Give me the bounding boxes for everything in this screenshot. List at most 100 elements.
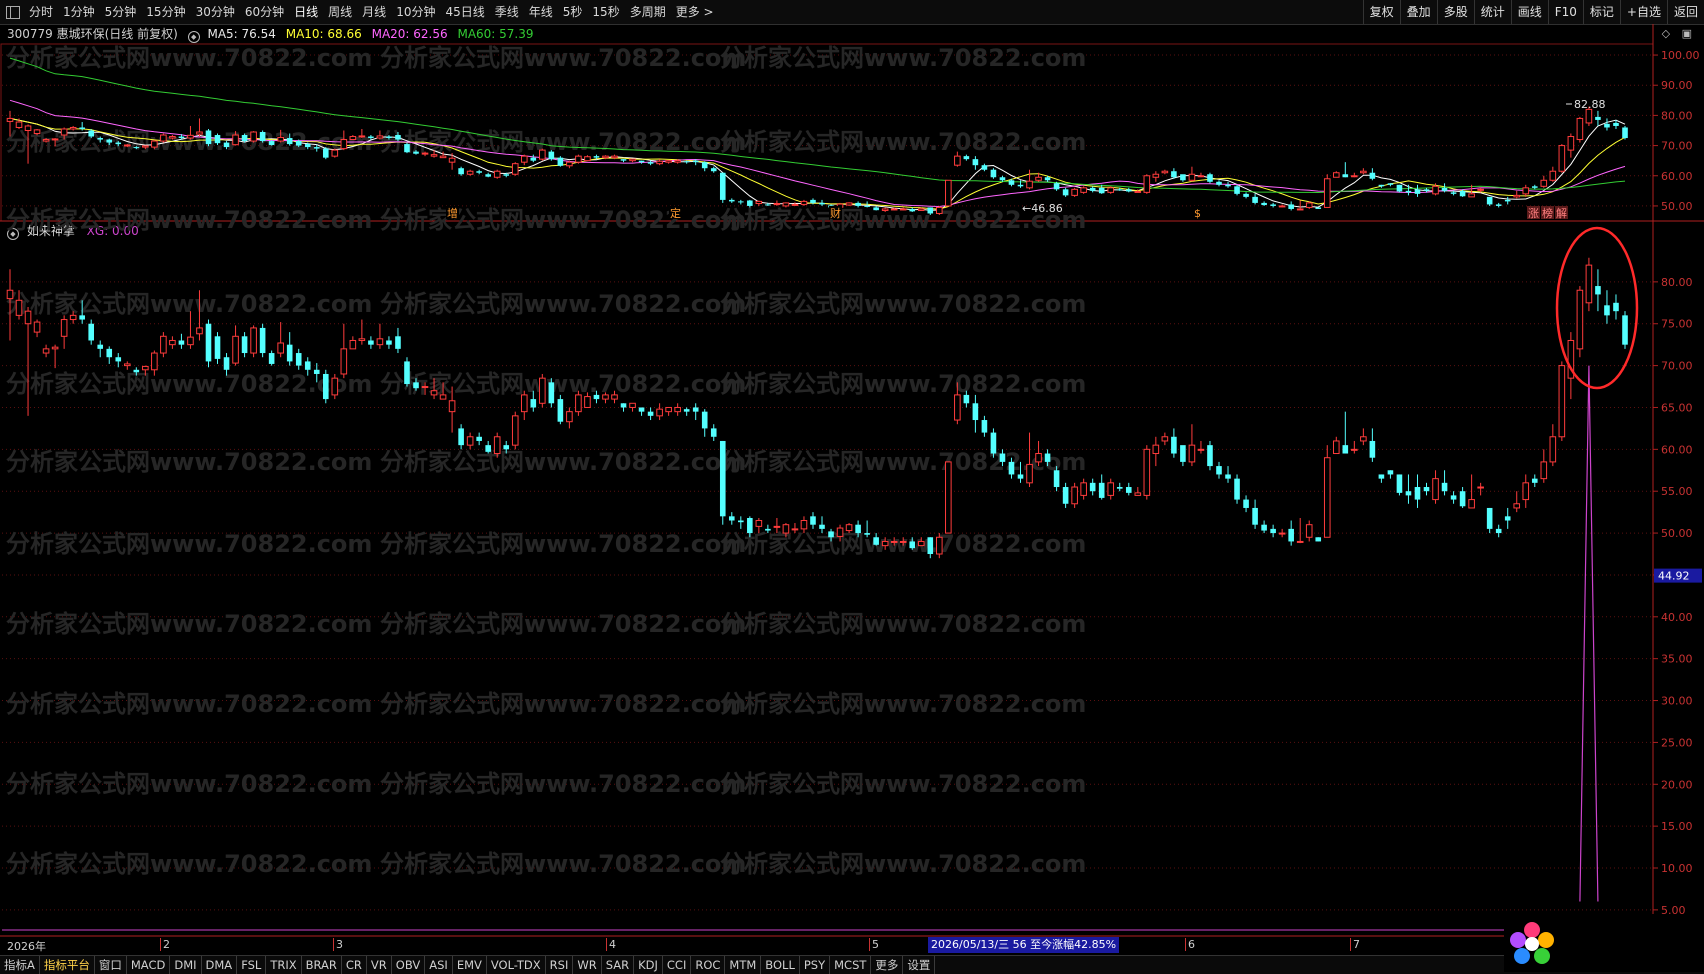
main-candle xyxy=(810,199,816,203)
indicator-tab-13[interactable]: EMV xyxy=(453,956,487,974)
month-label-7: 7 xyxy=(1350,938,1360,951)
main-candle xyxy=(1468,193,1475,198)
indicator-tab-15[interactable]: RSI xyxy=(546,956,574,974)
indicator-tab-9[interactable]: CR xyxy=(342,956,367,974)
indicator-tab-20[interactable]: ROC xyxy=(691,956,726,974)
kline-chart[interactable]: 分析家公式网www.70822.com 分析家公式网www.70822.com 分析… xyxy=(0,0,1704,937)
indicator-tab-16[interactable]: WR xyxy=(573,956,602,974)
ind-candle xyxy=(773,525,781,528)
main-candle xyxy=(1423,189,1430,191)
watermark-text: 分析家公式网www.70822.com xyxy=(6,690,372,718)
indicator-tab-12[interactable]: ASI xyxy=(425,956,453,974)
main-candle xyxy=(1495,204,1502,206)
indicator-tab-19[interactable]: CCI xyxy=(663,956,692,974)
ind-candle xyxy=(1107,482,1115,496)
main-candle xyxy=(999,177,1006,181)
ind-candle xyxy=(1171,436,1177,454)
ind-candle xyxy=(1089,482,1096,492)
indicator-tab-21[interactable]: MTM xyxy=(725,956,762,974)
main-candles xyxy=(6,106,1628,215)
main-candle xyxy=(1053,183,1060,190)
ind-candle xyxy=(1152,444,1160,455)
indicator-tab-18[interactable]: KDJ xyxy=(634,956,663,974)
indicator-tab-8[interactable]: BRAR xyxy=(302,956,342,974)
ind-candle xyxy=(692,407,699,412)
main-candle xyxy=(1134,190,1142,193)
indicator-tab-22[interactable]: BOLL xyxy=(761,956,800,974)
indicator-tab-4[interactable]: DMI xyxy=(170,956,202,974)
indicator-axis-label: 65.00 xyxy=(1661,401,1693,414)
main-candle xyxy=(322,148,329,158)
indicator-tab-11[interactable]: OBV xyxy=(392,956,426,974)
ind-candle xyxy=(1459,491,1466,507)
main-candle xyxy=(458,168,464,175)
flower-logo-icon xyxy=(1510,922,1554,964)
ind-candle xyxy=(1604,305,1610,316)
watermark-text: 分析家公式网www.70822.com xyxy=(720,128,1086,156)
ind-candle xyxy=(106,348,113,358)
main-candle xyxy=(1180,174,1186,181)
indicator-axis-label: 60.00 xyxy=(1661,443,1693,456)
main-axis-label: 70.00 xyxy=(1661,140,1693,153)
main-candle xyxy=(448,157,456,163)
ind-candle xyxy=(368,340,374,345)
main-candle xyxy=(1197,175,1205,178)
indicator-tab-14[interactable]: VOL-TDX xyxy=(487,956,546,974)
indicator-tab-25[interactable]: 更多 xyxy=(871,956,904,974)
indicator-tab-17[interactable]: SAR xyxy=(602,956,635,974)
indicator-tab-3[interactable]: MACD xyxy=(127,956,171,974)
indicator-tab-6[interactable]: FSL xyxy=(237,956,267,974)
ind-candle xyxy=(1486,507,1493,529)
date-axis: 2026年 2 3 4 5 6 7 2026/05/13/三 56 至今涨幅42.85% xyxy=(0,937,1510,954)
ind-candle xyxy=(665,406,672,413)
indicator-tab-26[interactable]: 设置 xyxy=(903,956,936,974)
event-marker: $ xyxy=(1194,207,1201,220)
ind-candle xyxy=(304,361,311,370)
main-candle xyxy=(1252,196,1258,203)
main-candle xyxy=(917,208,925,211)
ind-candle xyxy=(51,346,59,350)
main-axis-label: 80.00 xyxy=(1661,109,1693,122)
main-candle xyxy=(575,155,582,163)
ind-candle xyxy=(439,394,447,400)
ind-candle xyxy=(133,369,140,373)
ind-candle xyxy=(927,537,934,555)
main-candle xyxy=(656,160,663,165)
main-candle xyxy=(1243,193,1249,197)
indicator-tab-2[interactable]: 窗口 xyxy=(95,956,127,974)
main-candle xyxy=(738,201,744,203)
ind-candle xyxy=(810,516,816,525)
indicator-tab-24[interactable]: MCST xyxy=(830,956,872,974)
indicator-tab-5[interactable]: DMA xyxy=(202,956,238,974)
indicator-tab-1[interactable]: 指标平台 xyxy=(40,956,95,974)
ind-candle xyxy=(1197,448,1205,451)
ind-candle xyxy=(638,407,645,412)
watermark-text: 分析家公式网www.70822.com xyxy=(6,370,372,398)
main-candle xyxy=(665,160,672,163)
watermark-text: 分析家公式网www.70822.com xyxy=(380,44,746,72)
indicator-axis-label: 55.00 xyxy=(1661,485,1693,498)
ind-candle xyxy=(1017,474,1024,479)
main-candle xyxy=(79,127,85,129)
main-candle xyxy=(268,141,275,145)
indicator-tab-7[interactable]: TRIX xyxy=(266,956,302,974)
main-candle xyxy=(1143,175,1151,193)
main-candle xyxy=(476,171,482,173)
main-candle xyxy=(936,206,943,214)
ind-candle xyxy=(881,540,889,547)
ind-candle xyxy=(1351,448,1358,451)
watermark-text: 分析家公式网www.70822.com xyxy=(380,206,746,234)
indicator-axis-label: 15.00 xyxy=(1661,820,1693,833)
ind-candle xyxy=(1143,448,1151,496)
ind-candle xyxy=(557,399,564,422)
main-candle xyxy=(728,199,735,202)
indicator-tab-10[interactable]: VR xyxy=(367,956,392,974)
ind-candle xyxy=(1522,482,1530,501)
low-annotation: ←46.86 xyxy=(1022,202,1063,215)
indicator-tab-23[interactable]: PSY xyxy=(800,956,831,974)
indicator-tab-0[interactable]: 指标A xyxy=(0,956,40,974)
main-candle xyxy=(629,158,636,162)
ind-candle xyxy=(1423,487,1430,492)
main-candle xyxy=(881,208,889,211)
watermark-text: 分析家公式网www.70822.com xyxy=(380,448,746,476)
